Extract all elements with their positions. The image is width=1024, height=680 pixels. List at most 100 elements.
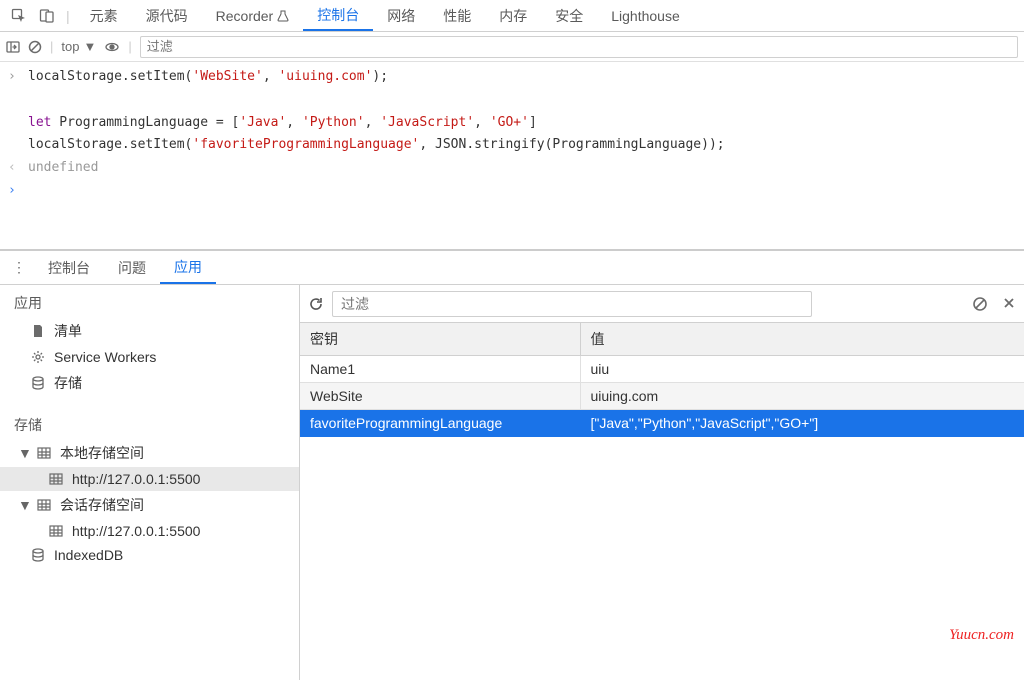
tab-performance[interactable]: 性能: [429, 0, 485, 31]
main-tabs: 元素 源代码 Recorder 控制台 网络 性能 内存 安全 Lighthou…: [76, 0, 694, 31]
clear-console-icon[interactable]: [28, 40, 42, 54]
tab-label: 控制台: [48, 258, 90, 278]
tab-label: 应用: [174, 257, 202, 277]
sidebar-item-label: 本地存储空间: [60, 443, 144, 463]
result-icon: ‹: [8, 158, 28, 179]
prompt-icon: ›: [8, 67, 28, 88]
inspect-icon[interactable]: [6, 3, 32, 29]
drawer-body: 应用 清单 Service Workers 存储 存储 ▼ 本地存储空间: [0, 285, 1024, 680]
console-prompt[interactable]: ›: [0, 180, 1024, 203]
console-blank-line: [0, 89, 1024, 112]
storage-filter-input[interactable]: [332, 291, 812, 317]
console-input-line[interactable]: › localStorage.setItem('WebSite', 'uiuin…: [0, 66, 1024, 89]
storage-table: 密钥 值 Name1 uiu WebSite uiuing.com favori…: [300, 323, 1024, 437]
chevron-down-icon: ▼: [18, 445, 28, 461]
separator: |: [50, 39, 53, 54]
console-result-line: ‹ undefined: [0, 157, 1024, 180]
tab-label: 源代码: [146, 6, 188, 26]
sidebar-item-label: 会话存储空间: [60, 495, 144, 515]
cell-key: Name1: [300, 356, 580, 383]
code-line: localStorage.setItem('favoriteProgrammin…: [28, 135, 725, 156]
console-code-line: let ProgrammingLanguage = ['Java', 'Pyth…: [0, 112, 1024, 135]
col-key-header[interactable]: 密钥: [300, 323, 580, 356]
drawer-tabs: ⋮ 控制台 问题 应用: [0, 251, 1024, 285]
devtools-top-bar: | 元素 源代码 Recorder 控制台 网络 性能 内存 安全 Lighth…: [0, 0, 1024, 32]
delete-selected-icon[interactable]: [1002, 296, 1016, 312]
code-line: localStorage.setItem('WebSite', 'uiuing.…: [28, 67, 388, 88]
tab-memory[interactable]: 内存: [485, 0, 541, 31]
cell-value: uiu: [580, 356, 1024, 383]
watermark: Yuucn.com: [949, 627, 1014, 644]
table-icon: [36, 445, 52, 461]
console-filter-input[interactable]: [140, 36, 1018, 58]
console-toolbar: | top ▼ |: [0, 32, 1024, 62]
kebab-menu-icon[interactable]: ⋮: [6, 259, 34, 276]
col-value-header[interactable]: 值: [580, 323, 1024, 356]
sidebar-item-label: http://127.0.0.1:5500: [72, 471, 200, 487]
tab-recorder[interactable]: Recorder: [202, 0, 304, 31]
cell-key: WebSite: [300, 383, 580, 410]
chevron-down-icon: ▼: [18, 497, 28, 513]
drawer-panel: ⋮ 控制台 问题 应用 应用 清单 Service Workers 存储 存储 …: [0, 250, 1024, 680]
database-icon: [30, 375, 46, 391]
table-icon: [48, 471, 64, 487]
tab-label: 网络: [387, 6, 415, 26]
tab-network[interactable]: 网络: [373, 0, 429, 31]
content-toolbar: [300, 285, 1024, 323]
gear-icon: [30, 349, 46, 365]
refresh-icon[interactable]: [308, 296, 324, 312]
application-content: 密钥 值 Name1 uiu WebSite uiuing.com favori…: [300, 285, 1024, 680]
sidebar-item-indexeddb[interactable]: IndexedDB: [0, 543, 299, 567]
cell-value: uiuing.com: [580, 383, 1024, 410]
tab-label: 元素: [90, 6, 118, 26]
tab-label: 性能: [443, 6, 471, 26]
sidebar-section-storage: 存储: [0, 407, 299, 439]
sidebar-item-service-workers[interactable]: Service Workers: [0, 345, 299, 369]
sidebar-item-session-storage-origin[interactable]: http://127.0.0.1:5500: [0, 519, 299, 543]
device-toggle-icon[interactable]: [34, 3, 60, 29]
clear-all-icon[interactable]: [972, 296, 988, 312]
context-label: top: [61, 39, 79, 54]
tab-lighthouse[interactable]: Lighthouse: [597, 0, 694, 31]
table-row[interactable]: Name1 uiu: [300, 356, 1024, 383]
table-icon: [48, 523, 64, 539]
toggle-sidebar-icon[interactable]: [6, 40, 20, 54]
document-icon: [30, 323, 46, 339]
cell-key: favoriteProgrammingLanguage: [300, 410, 580, 437]
console-code-line: localStorage.setItem('favoriteProgrammin…: [0, 134, 1024, 157]
tab-label: 问题: [118, 258, 146, 278]
tab-sources[interactable]: 源代码: [132, 0, 202, 31]
tab-label: 控制台: [317, 5, 359, 25]
drawer-tab-console[interactable]: 控制台: [34, 251, 104, 284]
tab-elements[interactable]: 元素: [76, 0, 132, 31]
sidebar-item-storage[interactable]: 存储: [0, 369, 299, 397]
separator: |: [66, 8, 70, 24]
tab-console[interactable]: 控制台: [303, 0, 373, 31]
sidebar-item-session-storage[interactable]: ▼ 会话存储空间: [0, 491, 299, 519]
context-selector[interactable]: top ▼: [61, 39, 96, 54]
prompt-icon: ›: [8, 181, 28, 202]
sidebar-item-label: IndexedDB: [54, 547, 123, 563]
live-expression-icon[interactable]: [104, 39, 120, 55]
sidebar-item-local-storage-origin[interactable]: http://127.0.0.1:5500: [0, 467, 299, 491]
sidebar-item-local-storage[interactable]: ▼ 本地存储空间: [0, 439, 299, 467]
tab-label: Lighthouse: [611, 8, 680, 24]
tab-security[interactable]: 安全: [541, 0, 597, 31]
table-row[interactable]: WebSite uiuing.com: [300, 383, 1024, 410]
tab-label: 安全: [555, 6, 583, 26]
code-line: let ProgrammingLanguage = ['Java', 'Pyth…: [28, 113, 537, 134]
database-icon: [30, 547, 46, 563]
application-sidebar: 应用 清单 Service Workers 存储 存储 ▼ 本地存储空间: [0, 285, 300, 680]
undefined-result: undefined: [28, 158, 98, 179]
table-icon: [36, 497, 52, 513]
sidebar-item-label: Service Workers: [54, 349, 156, 365]
drawer-tab-issues[interactable]: 问题: [104, 251, 160, 284]
table-row[interactable]: favoriteProgrammingLanguage ["Java","Pyt…: [300, 410, 1024, 437]
sidebar-item-label: http://127.0.0.1:5500: [72, 523, 200, 539]
drawer-tab-application[interactable]: 应用: [160, 251, 216, 284]
separator: |: [128, 39, 131, 54]
sidebar-item-label: 存储: [54, 373, 82, 393]
chevron-down-icon: ▼: [83, 39, 96, 54]
beaker-icon: [277, 10, 289, 22]
sidebar-item-manifest[interactable]: 清单: [0, 317, 299, 345]
